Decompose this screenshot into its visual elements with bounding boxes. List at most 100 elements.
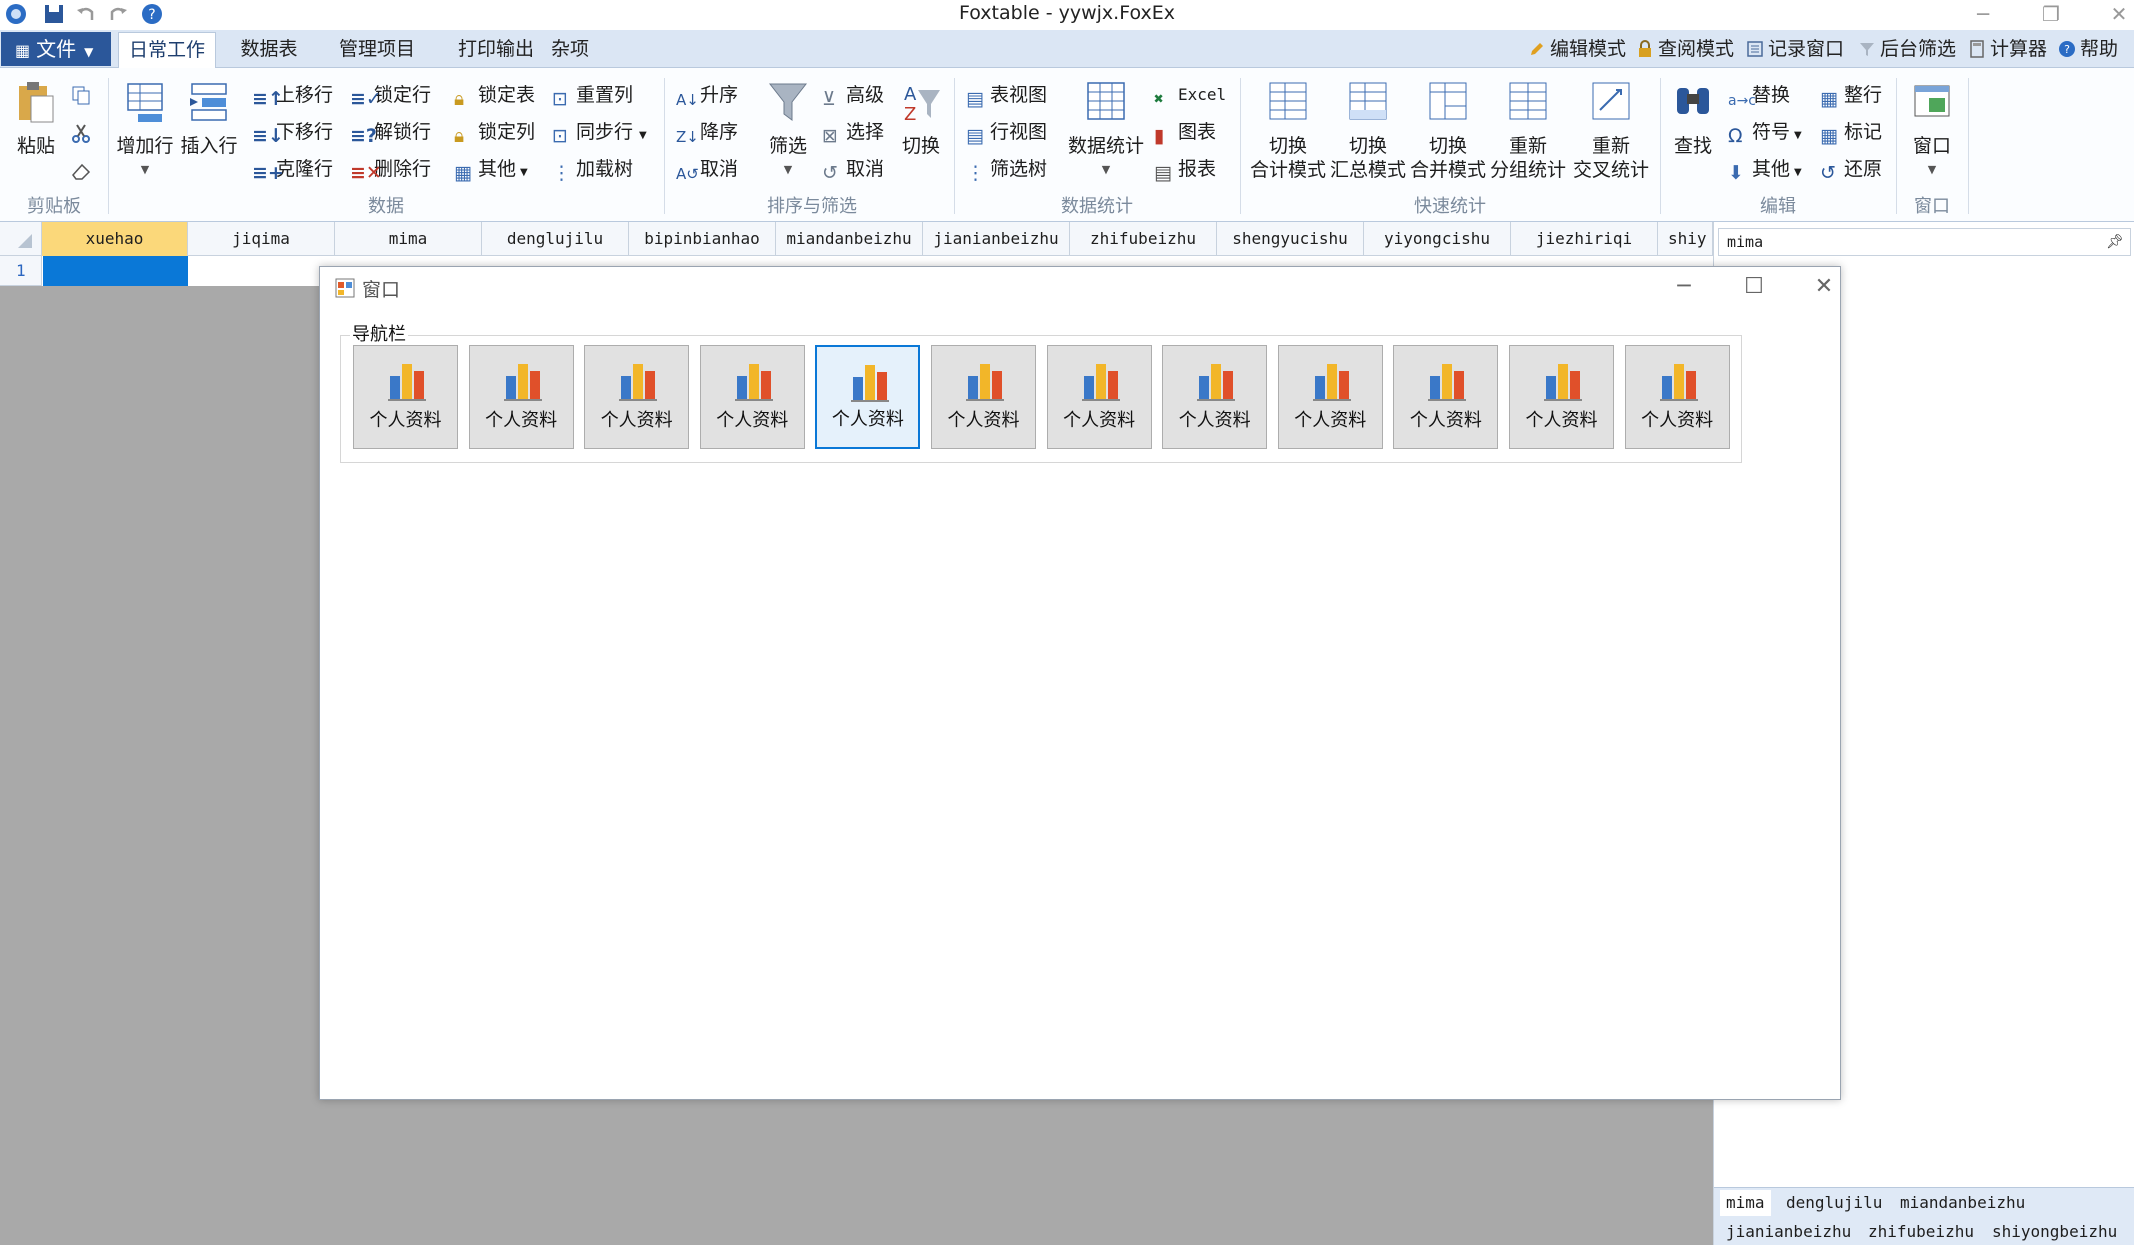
column-tab-miandanbeizhu[interactable]: miandanbeizhu <box>1894 1190 2031 1216</box>
tab-print-output[interactable]: 打印输出 <box>436 32 556 68</box>
insert-row-button[interactable]: 插入行 <box>178 80 240 158</box>
column-tab-denglujilu[interactable]: denglujilu <box>1780 1190 1888 1216</box>
mark-button[interactable]: ▦ 标记 <box>1820 117 1882 147</box>
advanced-filter-button[interactable]: ⊻ 高级 <box>822 80 884 110</box>
data-statistics-button[interactable]: 数据统计 ▼ <box>1066 80 1146 182</box>
filter-button[interactable]: 筛选 ▼ <box>762 80 814 182</box>
recross-statistics-button[interactable]: 重新 交叉统计 <box>1568 80 1654 182</box>
column-search-input[interactable]: mima 📌︎ <box>1718 228 2131 256</box>
column-header-jianianbeizhu[interactable]: jianianbeizhu <box>923 222 1070 256</box>
lock-column-button[interactable]: 🔒︎ 锁定列 <box>454 117 535 147</box>
reset-column-button[interactable]: ⊡ 重置列 <box>552 80 633 110</box>
move-row-up-button[interactable]: ≡↑上移行 <box>252 80 333 110</box>
row-header[interactable]: 1 <box>0 256 42 286</box>
close-button[interactable]: ✕ <box>2094 0 2134 30</box>
edit-other-button[interactable]: ⬇ 其他 ▼ <box>1728 154 1802 184</box>
symbol-button[interactable]: Ω 符号 ▼ <box>1728 117 1802 147</box>
tidy-row-button[interactable]: ▦ 整行 <box>1820 80 1882 110</box>
paste-button[interactable]: 粘贴 <box>10 80 62 158</box>
data-other-button[interactable]: ▦ 其他 ▼ <box>454 154 528 184</box>
dialog-close-button[interactable]: ✕ <box>1804 273 1844 301</box>
column-tab-zhifubeizhu[interactable]: zhifubeizhu <box>1862 1219 1980 1245</box>
nav-button-profile[interactable]: 个人资料 <box>1624 345 1730 449</box>
minimize-button[interactable]: ─ <box>1958 0 2008 30</box>
calculator-button[interactable]: 计算器 <box>1968 35 2047 63</box>
nav-button-profile[interactable]: 个人资料 <box>931 345 1036 449</box>
sort-ascending-button[interactable]: A↓升序 <box>676 80 738 110</box>
nav-button-profile[interactable]: 个人资料 <box>1046 345 1152 449</box>
excel-button[interactable]: ✖ Excel <box>1154 80 1226 110</box>
replace-button[interactable]: a→c替换 <box>1728 80 1790 110</box>
background-filter-button[interactable]: 后台筛选 <box>1858 35 1956 63</box>
column-tab-jianianbeizhu[interactable]: jianianbeizhu <box>1720 1219 1857 1245</box>
unlock-row-button[interactable]: ≡?解锁行 <box>350 117 431 147</box>
view-mode-button[interactable]: 查阅模式 <box>1636 35 1734 63</box>
cancel-filter-button[interactable]: ↺ 取消 <box>822 154 884 184</box>
nav-button-profile[interactable]: 个人资料 <box>699 345 805 449</box>
regroup-statistics-button[interactable]: 重新 分组统计 <box>1488 80 1568 182</box>
tab-misc[interactable]: 杂项 <box>546 32 594 68</box>
column-header-shengyucishu[interactable]: shengyucishu <box>1217 222 1364 256</box>
column-header-jiqima[interactable]: jiqima <box>188 222 335 256</box>
column-header-bipinbianhao[interactable]: bipinbianhao <box>629 222 776 256</box>
nav-button-profile[interactable]: 个人资料 <box>1162 345 1268 449</box>
column-header-yiyongcishu[interactable]: yiyongcishu <box>1364 222 1511 256</box>
eraser-icon[interactable] <box>70 160 92 182</box>
nav-button-profile[interactable]: 个人资料 <box>815 345 921 449</box>
cancel-sort-button[interactable]: A↺取消 <box>676 154 738 184</box>
column-header-zhifubeizhu[interactable]: zhifubeizhu <box>1070 222 1217 256</box>
dialog-maximize-button[interactable]: ☐ <box>1734 273 1774 301</box>
nav-button-profile[interactable]: 个人资料 <box>1509 345 1614 449</box>
nav-button-profile[interactable]: 个人资料 <box>584 345 690 449</box>
selected-cell[interactable] <box>43 256 188 286</box>
find-button[interactable]: 查找 <box>1668 80 1718 158</box>
restore-button[interactable]: ❐ <box>2026 0 2076 30</box>
copy-icon[interactable] <box>70 84 92 106</box>
nav-button-profile[interactable]: 个人资料 <box>1393 345 1499 449</box>
cut-icon[interactable] <box>70 122 92 144</box>
help-button[interactable]: ? 帮助 <box>2058 35 2118 63</box>
lock-table-button[interactable]: 🔒︎ 锁定表 <box>454 80 535 110</box>
record-window-button[interactable]: 记录窗口 <box>1746 35 1844 63</box>
restore-button[interactable]: ↺ 还原 <box>1820 154 1882 184</box>
window-button[interactable]: 窗口 ▼ <box>1904 80 1960 182</box>
load-tree-button[interactable]: ⋮ 加载树 <box>552 154 633 184</box>
column-tab-shiyongbeizhu[interactable]: shiyongbeizhu <box>1986 1219 2123 1245</box>
nav-button-profile[interactable]: 个人资料 <box>468 345 574 449</box>
column-header-denglujilu[interactable]: denglujilu <box>482 222 629 256</box>
column-header-jiezhiriqi[interactable]: jiezhiriqi <box>1511 222 1658 256</box>
chart-button[interactable]: ▮ 图表 <box>1154 117 1216 147</box>
tab-manage-project[interactable]: 管理项目 <box>322 32 432 68</box>
delete-row-button[interactable]: ≡✕删除行 <box>350 154 431 184</box>
tab-data-table[interactable]: 数据表 <box>226 32 312 68</box>
tab-daily-work[interactable]: 日常工作 <box>118 32 216 68</box>
row-view-button[interactable]: ▤ 行视图 <box>966 117 1047 147</box>
file-menu-button[interactable]: ▦ 文件 ▼ <box>1 32 111 66</box>
sync-row-button[interactable]: ⊡ 同步行 ▼ <box>552 117 647 147</box>
add-row-button[interactable]: 增加行 ▼ <box>114 80 176 182</box>
nav-button-profile[interactable]: 个人资料 <box>1277 345 1383 449</box>
column-tab-mima[interactable]: mima <box>1720 1190 1771 1216</box>
dialog-title-bar[interactable]: 窗口 ─ ☐ ✕ <box>320 267 1840 307</box>
filter-tree-button[interactable]: ⋮ 筛选树 <box>966 154 1047 184</box>
column-header-miandanbeizhu[interactable]: miandanbeizhu <box>776 222 923 256</box>
switch-summary-mode-button[interactable]: 切换 汇总模式 <box>1328 80 1408 182</box>
clone-row-button[interactable]: ≡+克隆行 <box>252 154 333 184</box>
select-filter-button[interactable]: ⊠ 选择 <box>822 117 884 147</box>
table-view-button[interactable]: ▤ 表视图 <box>966 80 1047 110</box>
move-row-down-button[interactable]: ≡↓下移行 <box>252 117 333 147</box>
sort-descending-button[interactable]: Z↓降序 <box>676 117 738 147</box>
edit-mode-button[interactable]: 编辑模式 <box>1528 35 1626 63</box>
switch-total-mode-button[interactable]: 切换 合计模式 <box>1248 80 1328 182</box>
switch-filter-button[interactable]: AZ 切换 <box>896 80 946 158</box>
column-header-xuehao[interactable]: xuehao <box>42 222 188 256</box>
report-button[interactable]: ▤ 报表 <box>1154 154 1216 184</box>
dialog-minimize-button[interactable]: ─ <box>1664 273 1704 301</box>
select-all-corner[interactable] <box>0 222 42 256</box>
column-header-shiy[interactable]: shiy <box>1658 222 1713 256</box>
lock-row-button[interactable]: ≡✓锁定行 <box>350 80 431 110</box>
column-header-mima[interactable]: mima <box>335 222 482 256</box>
switch-merge-mode-button[interactable]: 切换 合并模式 <box>1408 80 1488 182</box>
pin-icon[interactable]: 📌︎ <box>2106 229 2124 255</box>
nav-button-profile[interactable]: 个人资料 <box>353 345 458 449</box>
